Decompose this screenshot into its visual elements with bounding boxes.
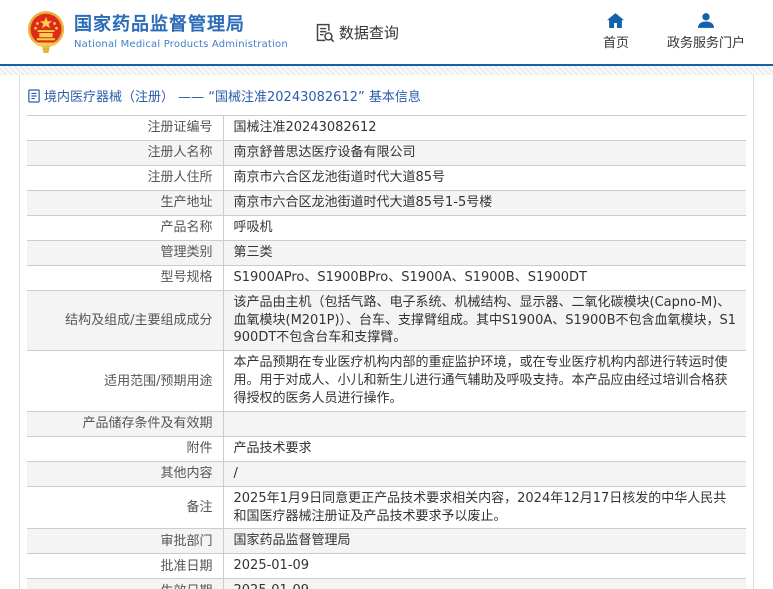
table-row: 管理类别 第三类	[27, 240, 746, 266]
field-value: 产品技术要求	[233, 440, 312, 456]
table-row: 型号规格 S1900APro、S1900BPro、S1900A、S1900B、S…	[27, 265, 746, 291]
table-row: 注册人名称 南京舒普思达医疗设备有限公司	[27, 140, 746, 166]
field-label: 产品储存条件及有效期	[27, 411, 224, 437]
top-header: 国家药品监督管理局 National Medical Products Admi…	[0, 0, 773, 66]
field-label: 产品名称	[27, 215, 224, 241]
breadcrumb-text: 境内医疗器械（注册） —— “国械注准20243082612” 基本信息	[44, 90, 421, 105]
field-label: 其他内容	[27, 461, 224, 487]
field-label: 结构及组成/主要组成成分	[27, 290, 224, 351]
field-label: 管理类别	[27, 240, 224, 266]
nav-portal-label: 政务服务门户	[666, 36, 745, 51]
field-label: 生产地址	[27, 190, 224, 216]
field-value	[223, 412, 746, 437]
field-label: 注册证编号	[27, 115, 224, 141]
field-value: 2025年1月9日同意更正产品技术要求相关内容，2024年12月17日核发的中华…	[233, 490, 727, 524]
data-query-button[interactable]: 数据查询	[314, 22, 399, 43]
nav-portal[interactable]: 政务服务门户	[667, 13, 745, 51]
field-label: 备注	[27, 486, 224, 529]
table-row: 生产地址 南京市六合区龙池街道时代大道85号1-5号楼	[27, 190, 746, 216]
table-row: 附件 产品技术要求	[27, 436, 746, 462]
document-icon	[28, 88, 40, 103]
field-label: 注册人住所	[27, 165, 224, 191]
field-label: 审批部门	[27, 528, 224, 554]
agency-name-cn: 国家药品监督管理局	[74, 14, 245, 36]
field-value: 本产品预期在专业医疗机构内部的重症监护环境，或在专业医疗机构内部进行转运时使用。…	[233, 355, 728, 407]
national-emblem-icon	[27, 11, 65, 53]
home-icon	[607, 13, 625, 28]
data-query-label: 数据查询	[338, 23, 399, 42]
field-value: S1900APro、S1900BPro、S1900A、S1900B、S1900D…	[233, 269, 588, 285]
field-value: 第三类	[233, 244, 273, 260]
field-label: 注册人名称	[27, 140, 224, 166]
field-value: 南京市六合区龙池街道时代大道85号	[233, 169, 446, 185]
doc-search-icon	[316, 23, 335, 42]
field-label: 批准日期	[27, 553, 224, 579]
table-row: 批准日期 2025-01-09	[27, 553, 746, 579]
table-row: 注册人住所 南京市六合区龙池街道时代大道85号	[27, 165, 746, 191]
breadcrumb: 境内医疗器械（注册） —— “国械注准20243082612” 基本信息	[27, 84, 746, 115]
field-value: /	[233, 465, 238, 481]
registration-info-table: 注册证编号 国械注准20243082612 注册人名称 南京舒普思达医疗设备有限…	[27, 115, 746, 589]
field-value: 2025-01-09	[223, 579, 746, 589]
hatch-divider	[0, 66, 773, 75]
nav-home-label: 首页	[602, 36, 629, 51]
field-value: 南京舒普思达医疗设备有限公司	[233, 144, 416, 160]
user-icon	[697, 13, 714, 28]
field-value: 呼吸机	[233, 219, 273, 235]
table-row: 注册证编号 国械注准20243082612	[27, 115, 746, 141]
table-row: 产品名称 呼吸机	[27, 215, 746, 241]
field-label: 适用范围/预期用途	[27, 350, 224, 412]
table-row: 其他内容 /	[27, 461, 746, 487]
table-row: 产品储存条件及有效期	[27, 411, 746, 437]
table-row: 适用范围/预期用途 本产品预期在专业医疗机构内部的重症监护环境，或在专业医疗机构…	[27, 350, 746, 412]
field-label: 生效日期	[27, 578, 224, 589]
field-value: 2025-01-09	[233, 558, 310, 574]
field-value: 国械注准20243082612	[233, 120, 377, 135]
table-row: 备注 2025年1月9日同意更正产品技术要求相关内容，2024年12月17日核发…	[27, 486, 746, 529]
table-row: 结构及组成/主要组成成分 该产品由主机（包括气路、电子系统、机械结构、显示器、二…	[27, 290, 746, 351]
table-row: 生效日期 2025-01-09	[27, 578, 746, 589]
main-content: 境内医疗器械（注册） —— “国械注准20243082612” 基本信息 注册证…	[19, 75, 754, 589]
table-row: 审批部门 国家药品监督管理局	[27, 528, 746, 554]
agency-title-block: 国家药品监督管理局 National Medical Products Admi…	[74, 14, 288, 50]
nav-home[interactable]: 首页	[603, 13, 629, 51]
field-value: 国家药品监督管理局	[233, 533, 351, 549]
field-label: 附件	[27, 436, 224, 462]
field-label: 型号规格	[27, 265, 224, 291]
agency-name-en: National Medical Products Administration	[74, 38, 288, 50]
field-value: 该产品由主机（包括气路、电子系统、机械结构、显示器、二氧化碳模块(Capno-M…	[233, 294, 737, 346]
field-value: 南京市六合区龙池街道时代大道85号1-5号楼	[233, 194, 493, 210]
